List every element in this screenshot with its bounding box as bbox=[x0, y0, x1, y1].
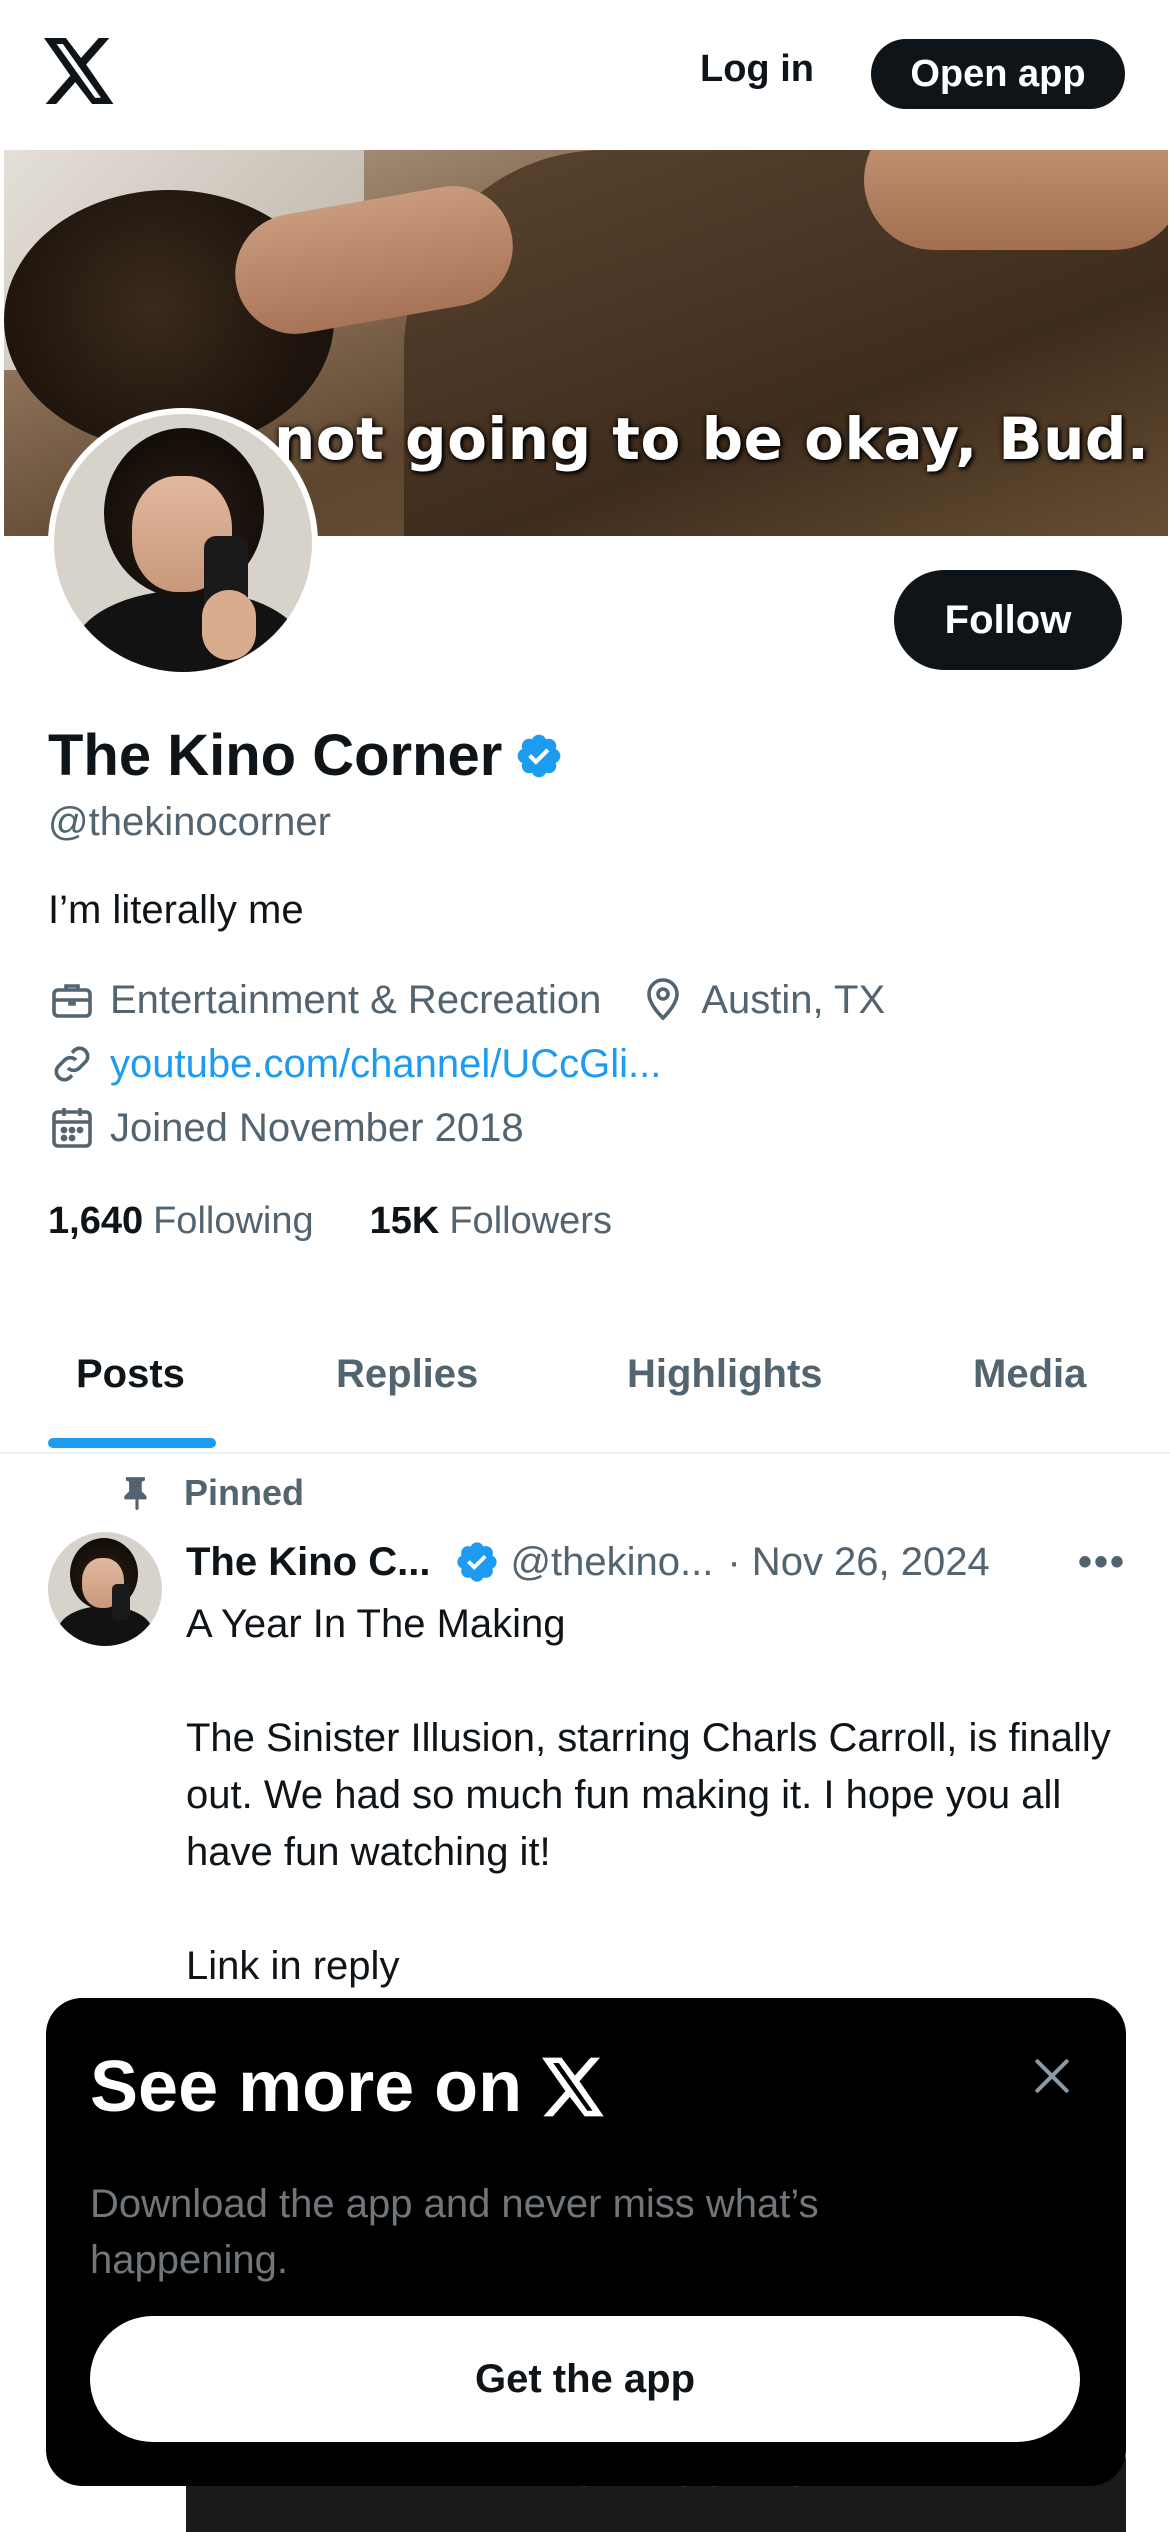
banner-caption: not going to be okay, Bud. bbox=[274, 405, 1150, 473]
x-wordmark-icon bbox=[542, 2057, 604, 2117]
pinned-indicator: Pinned bbox=[118, 1472, 304, 1514]
post-avatar[interactable] bbox=[48, 1532, 162, 1646]
app-download-prompt: See more on Download the app and never m… bbox=[46, 1998, 1126, 2486]
calendar-icon bbox=[52, 1108, 92, 1148]
location-pin-icon bbox=[647, 978, 680, 1021]
profile-avatar[interactable] bbox=[48, 408, 318, 678]
profile-meta-row: Entertainment & Recreation Austin, TX bbox=[48, 976, 885, 1024]
profile-location: Austin, TX bbox=[701, 977, 886, 1022]
post-avatar-phone bbox=[112, 1584, 130, 1620]
followers-stat[interactable]: 15K Followers bbox=[370, 1200, 612, 1243]
top-bar: Log in Open app bbox=[0, 0, 1170, 150]
profile-website-link[interactable]: youtube.com/channel/UCcGli... bbox=[110, 1042, 661, 1087]
banner-arm bbox=[864, 150, 1168, 250]
profile-joined: Joined November 2018 bbox=[110, 1105, 524, 1150]
more-options-icon[interactable]: ••• bbox=[1078, 1540, 1126, 1585]
pinned-label: Pinned bbox=[184, 1472, 305, 1513]
verified-badge-icon[interactable] bbox=[514, 731, 564, 781]
display-name-text: The Kino Corner bbox=[48, 723, 503, 788]
follow-button[interactable]: Follow bbox=[894, 570, 1122, 670]
following-label: Following bbox=[153, 1200, 314, 1242]
profile-stats: 1,640 Following 15K Followers bbox=[48, 1200, 668, 1243]
tab-highlights[interactable]: Highlights bbox=[627, 1352, 823, 1397]
post-author-handle[interactable]: @thekino... bbox=[510, 1540, 713, 1585]
post-verified-badge-icon bbox=[457, 1542, 498, 1582]
following-count: 1,640 bbox=[48, 1200, 144, 1242]
tab-replies[interactable]: Replies bbox=[336, 1352, 478, 1397]
post-header: The Kino C... @thekino... · Nov 26, 2024… bbox=[186, 1534, 1126, 1590]
avatar-hand bbox=[202, 590, 256, 660]
tab-posts[interactable]: Posts bbox=[76, 1352, 185, 1397]
link-icon bbox=[54, 1046, 90, 1082]
profile-bio: I’m literally me bbox=[48, 888, 304, 932]
following-stat[interactable]: 1,640 Following bbox=[48, 1200, 314, 1243]
tab-media[interactable]: Media bbox=[973, 1352, 1086, 1397]
post-body: A Year In The Making The Sinister Illusi… bbox=[186, 1602, 1111, 1988]
open-app-button[interactable]: Open app bbox=[871, 39, 1125, 109]
profile-tabs: Posts Replies Highlights Media bbox=[0, 1310, 1170, 1454]
pin-icon bbox=[124, 1477, 147, 1511]
prompt-title-text: See more on bbox=[90, 2047, 523, 2127]
briefcase-icon bbox=[52, 984, 92, 1018]
profile-website-row: youtube.com/channel/UCcGli... bbox=[48, 1040, 661, 1088]
profile-display-name: The Kino Corner bbox=[48, 722, 564, 789]
post-avatar-shirt bbox=[58, 1606, 152, 1646]
profile-handle: @thekinocorner bbox=[48, 800, 331, 844]
close-icon[interactable] bbox=[1030, 2054, 1074, 2098]
get-app-button[interactable]: Get the app bbox=[90, 2316, 1080, 2442]
login-link[interactable]: Log in bbox=[700, 48, 814, 91]
x-logo-icon[interactable] bbox=[44, 38, 116, 104]
profile-category: Entertainment & Recreation bbox=[110, 977, 602, 1022]
followers-count: 15K bbox=[369, 1200, 440, 1242]
prompt-description: Download the app and never miss what’s h… bbox=[90, 2182, 819, 2282]
followers-label: Followers bbox=[449, 1200, 612, 1242]
active-tab-indicator bbox=[48, 1438, 216, 1448]
post-author-name[interactable]: The Kino C... bbox=[186, 1540, 430, 1585]
post-date[interactable]: · Nov 26, 2024 bbox=[727, 1540, 989, 1585]
profile-joined-row: Joined November 2018 bbox=[48, 1104, 524, 1152]
avatar-shirt bbox=[74, 590, 304, 672]
prompt-title: See more on bbox=[90, 2046, 606, 2128]
